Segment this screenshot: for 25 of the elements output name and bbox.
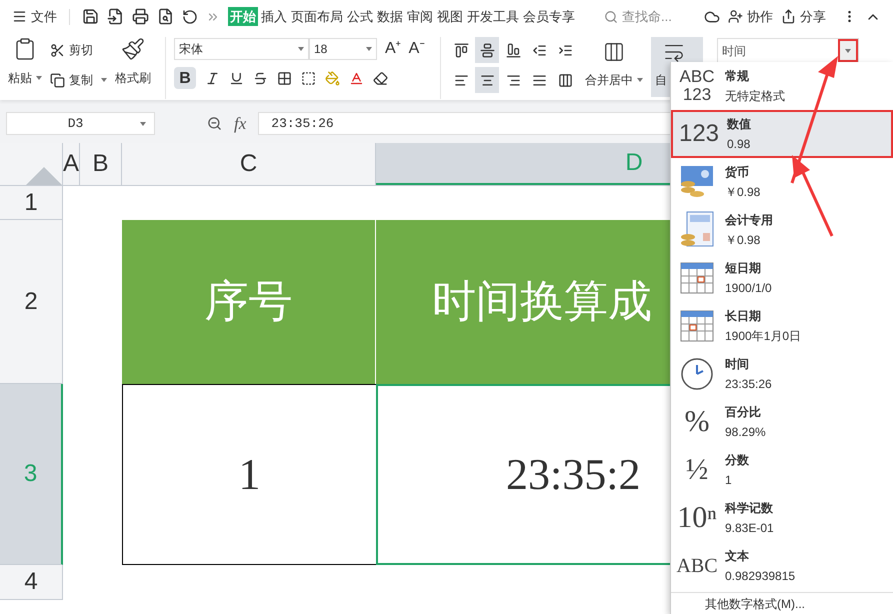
format-name: 时间 [725, 356, 750, 373]
format-name: 文本 [725, 548, 750, 565]
format-name: 分数 [725, 452, 749, 469]
table-cell: 序号 [122, 220, 376, 384]
format-example: 无特定格式 [725, 88, 785, 105]
format-name: 短日期 [725, 260, 762, 277]
table-cell: 1 [122, 384, 376, 565]
format-name: 数值 [727, 116, 751, 133]
format-name: 常规 [725, 68, 750, 85]
format-name: 长日期 [725, 308, 762, 325]
format-icon: % [684, 406, 710, 438]
format-example: 1900/1/0 [725, 280, 772, 297]
format-example: ￥0.98 [725, 232, 762, 249]
format-icon: ½ [686, 454, 708, 486]
format-name: 货币 [725, 164, 750, 181]
format-icon: 10ⁿ [677, 502, 717, 534]
format-example: 0.982939815 [725, 568, 796, 585]
format-name: 科学记数 [725, 500, 774, 517]
format-example: 9.83E-01 [725, 520, 774, 537]
format-icon: ABC 123 [677, 68, 717, 104]
format-example: 1 [725, 472, 733, 489]
format-name: 百分比 [725, 404, 762, 421]
format-example: 1900年1月0日 [725, 328, 802, 345]
format-example: 98.29% [725, 424, 766, 441]
format-example: ￥0.98 [725, 184, 760, 201]
